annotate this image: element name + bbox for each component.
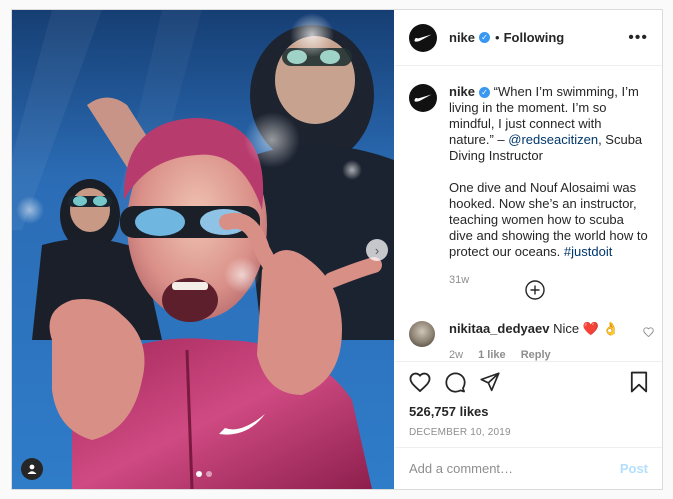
header-username[interactable]: nike [449, 30, 475, 45]
likes-count[interactable]: 526,757 likes [409, 404, 648, 419]
action-icons [409, 362, 648, 402]
avatar[interactable] [409, 23, 437, 52]
nike-swoosh-icon [414, 94, 432, 102]
caption: nike ✓ “When I’m swimming, I’m living in … [409, 84, 648, 288]
instagram-post: › nike ✓ • Following ••• nike ✓ “When I’… [11, 9, 663, 490]
ellipsis-icon[interactable]: ••• [628, 29, 648, 46]
paper-plane-icon [480, 372, 500, 392]
nike-swoosh-icon [414, 34, 432, 42]
caption-paragraph: One dive and Nouf Alosaimi was hooked. N… [449, 180, 648, 260]
comments-area: nike ✓ “When I’m swimming, I’m living in … [395, 66, 662, 361]
post-side-panel: nike ✓ • Following ••• nike ✓ “When I’m s… [395, 10, 662, 489]
post-comment-button[interactable]: Post [620, 461, 648, 476]
underwater-swimmers-photo [12, 10, 394, 489]
like-button[interactable] [409, 372, 431, 392]
heart-icon[interactable] [643, 327, 654, 337]
comment-content: nikitaa_dedyaev Nice ❤️ 👌 2w 1 like Repl… [449, 321, 654, 363]
heart-icon [409, 372, 431, 392]
share-button[interactable] [480, 372, 500, 392]
commenter-avatar[interactable] [409, 321, 435, 347]
mention-link[interactable]: @redseacitizen [508, 132, 598, 147]
following-button[interactable]: Following [504, 30, 565, 45]
comment-input[interactable] [409, 461, 620, 476]
comment-text: Nice ❤️ 👌 [553, 321, 619, 336]
save-button[interactable] [630, 371, 648, 393]
verified-badge-icon: ✓ [479, 32, 491, 43]
tagged-users-button[interactable] [21, 458, 43, 480]
reply-button[interactable]: Reply [521, 349, 551, 361]
post-photo[interactable]: › [12, 10, 394, 489]
next-photo-button[interactable]: › [366, 239, 388, 261]
hashtag-link[interactable]: #justdoit [564, 244, 612, 259]
comment-likes[interactable]: 1 like [478, 349, 506, 361]
user-tag-icon [27, 464, 37, 474]
bookmark-icon [630, 371, 648, 393]
caption-username[interactable]: nike [449, 84, 475, 99]
comment-timestamp[interactable]: 2w [449, 349, 463, 361]
caption-text: nike ✓ “When I’m swimming, I’m living in … [449, 84, 648, 288]
comment-icon [445, 371, 466, 393]
comment-item: nikitaa_dedyaev Nice ❤️ 👌 2w 1 like Repl… [409, 321, 654, 363]
chevron-right-icon: › [374, 242, 380, 258]
action-bar: 526,757 likes DECEMBER 10, 2019 [395, 361, 662, 438]
caption-timestamp[interactable]: 31w [449, 272, 648, 288]
carousel-indicator [196, 471, 212, 477]
separator: • [495, 30, 500, 45]
carousel-dot-1 [196, 471, 202, 477]
plus-circle-icon[interactable] [524, 279, 546, 301]
verified-badge-icon: ✓ [479, 87, 491, 98]
post-date[interactable]: DECEMBER 10, 2019 [409, 427, 648, 438]
comment-username[interactable]: nikitaa_dedyaev [449, 321, 549, 336]
carousel-dot-2 [206, 471, 212, 477]
caption-avatar[interactable] [409, 84, 437, 112]
add-comment-bar: Post [395, 447, 662, 489]
comment-button[interactable] [445, 371, 466, 393]
post-header: nike ✓ • Following ••• [395, 10, 662, 66]
caption-paragraph-text: One dive and Nouf Alosaimi was hooked. N… [449, 180, 648, 259]
